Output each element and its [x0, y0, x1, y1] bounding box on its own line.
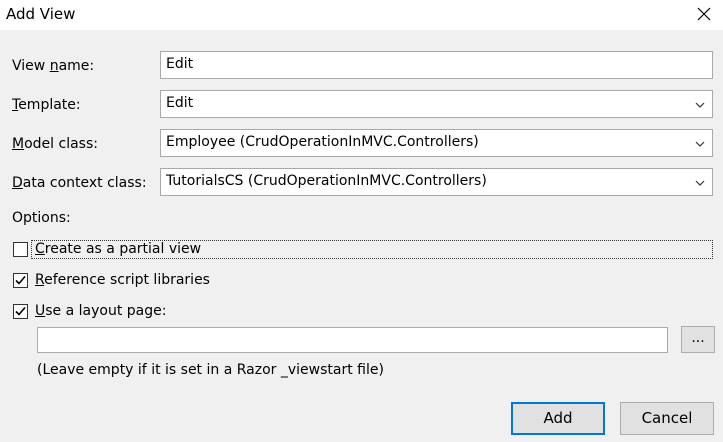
template-label: Template:	[12, 97, 81, 113]
close-icon[interactable]	[693, 3, 715, 25]
layout-hint-text: (Leave empty if it is set in a Razor _vi…	[37, 362, 384, 378]
options-heading: Options:	[12, 210, 71, 226]
chevron-down-icon	[695, 102, 705, 108]
partial-view-label[interactable]: Create as a partial view	[35, 241, 201, 257]
layout-page-checkbox[interactable]	[13, 304, 28, 319]
window-title: Add View	[6, 5, 76, 23]
checkmark-icon	[15, 275, 26, 285]
browse-button[interactable]: ...	[681, 326, 715, 353]
template-select[interactable]: Edit	[160, 90, 713, 118]
checkmark-icon	[15, 306, 26, 316]
view-name-label: View name:	[12, 58, 95, 74]
view-name-input[interactable]: Edit	[160, 51, 713, 79]
model-class-label: Model class:	[12, 136, 98, 152]
layout-page-label[interactable]: Use a layout page:	[35, 303, 166, 319]
data-context-class-select[interactable]: TutorialsCS (CrudOperationInMVC.Controll…	[160, 168, 713, 196]
script-libraries-checkbox[interactable]	[13, 273, 28, 288]
model-class-select[interactable]: Employee (CrudOperationInMVC.Controllers…	[160, 129, 713, 157]
cancel-button[interactable]: Cancel	[620, 402, 714, 435]
script-libraries-label[interactable]: Reference script libraries	[35, 272, 210, 288]
chevron-down-icon	[695, 180, 705, 186]
partial-view-checkbox[interactable]	[13, 242, 28, 257]
add-button[interactable]: Add	[511, 402, 605, 435]
chevron-down-icon	[695, 141, 705, 147]
title-bar: Add View	[0, 0, 723, 30]
data-context-class-label: Data context class:	[12, 175, 147, 191]
layout-page-input[interactable]	[37, 327, 668, 353]
